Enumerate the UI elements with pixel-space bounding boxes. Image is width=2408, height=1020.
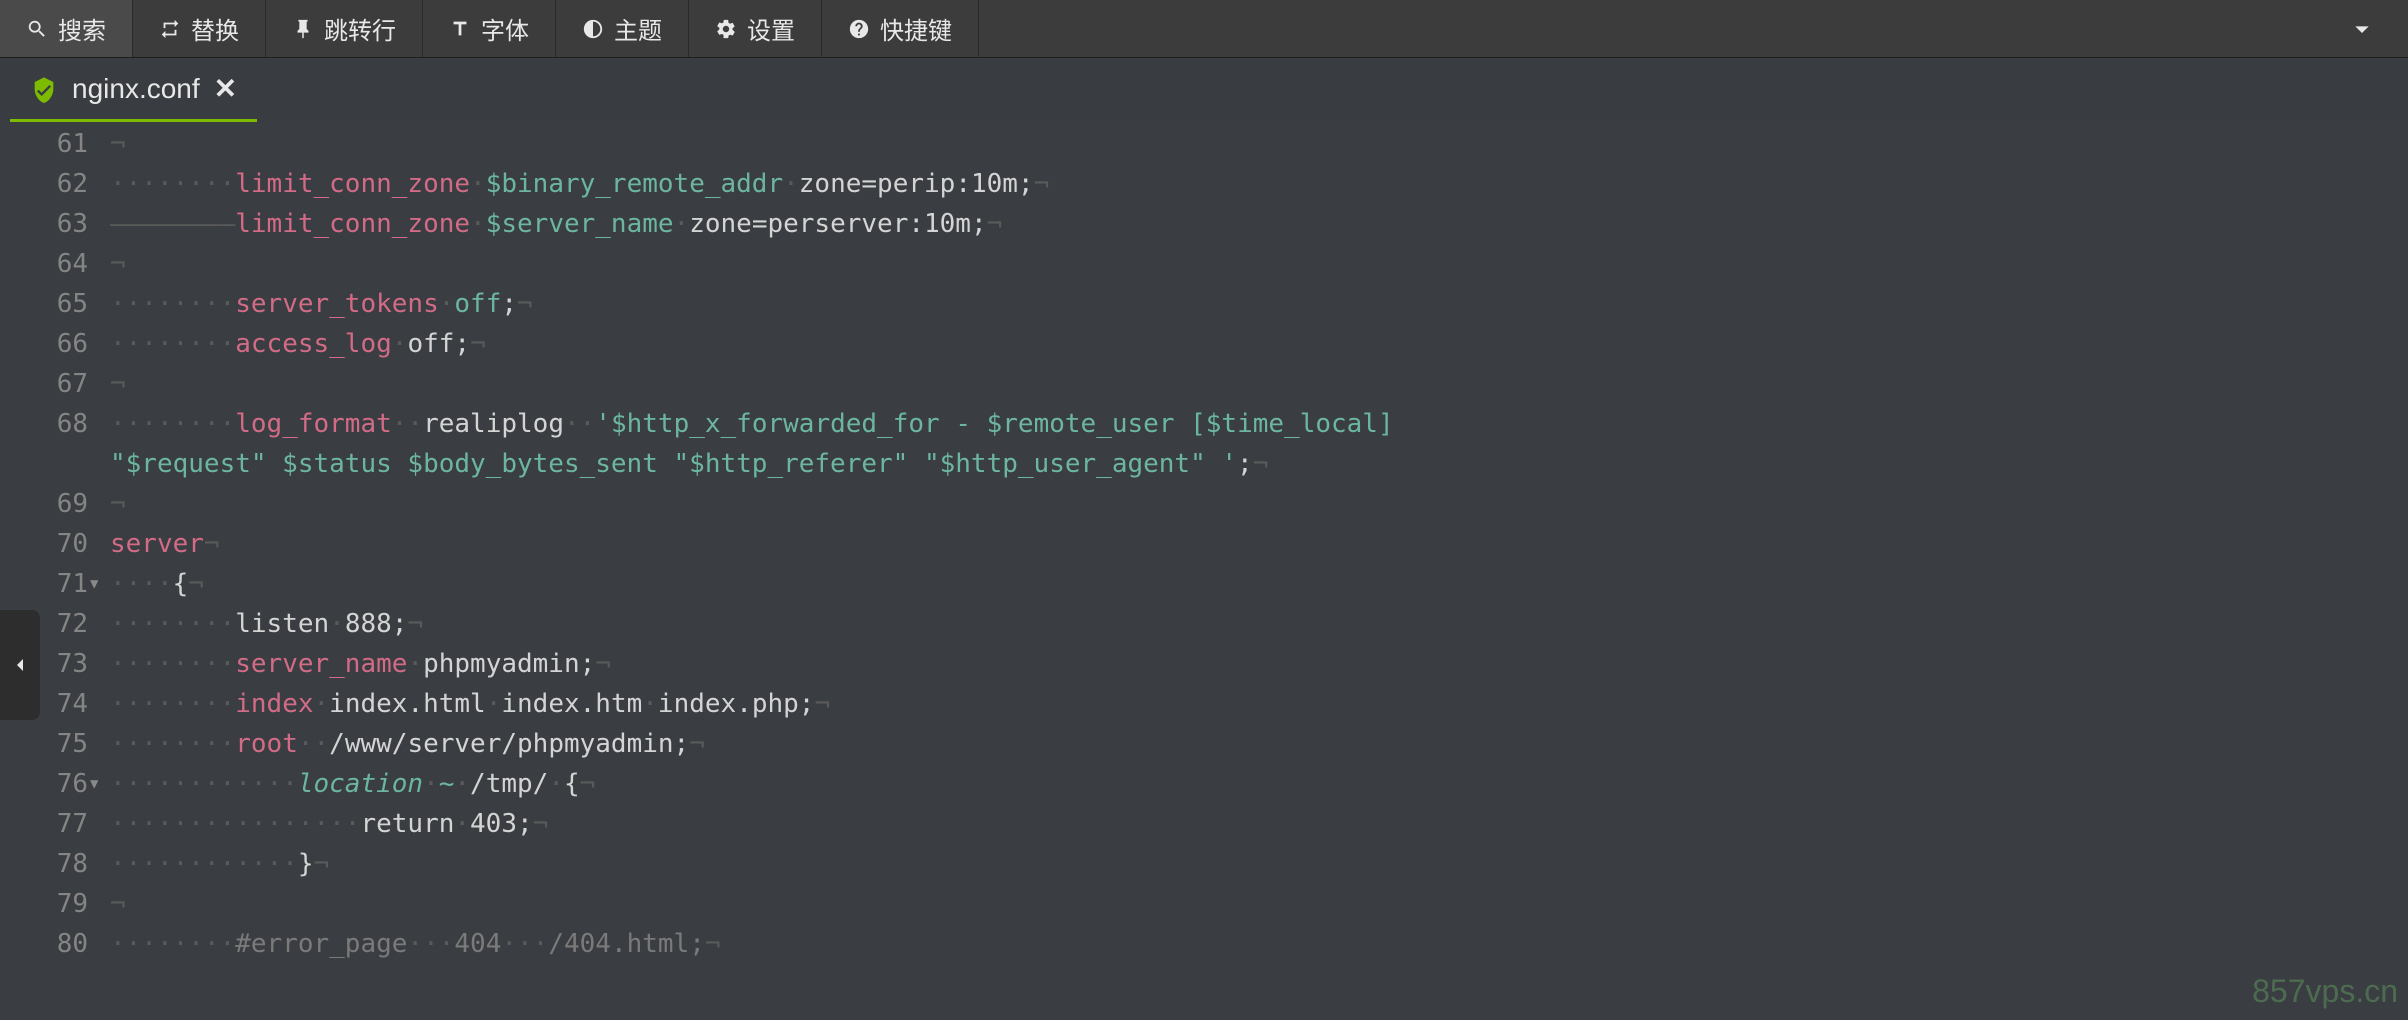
code-line[interactable]: ········access_log·off;¬ — [100, 324, 2408, 364]
line-gutter: 6162636465666768697071▼7273747576▼777879… — [0, 122, 100, 1020]
settings-button[interactable]: 设置 — [689, 0, 822, 57]
side-panel-toggle[interactable] — [0, 610, 40, 720]
code-line[interactable]: ········log_format··realiplog··'$http_x_… — [100, 404, 1480, 484]
code-line[interactable]: ····{¬ — [100, 564, 2408, 604]
search-icon — [26, 18, 48, 40]
code-line[interactable]: ········index·index.html·index.htm·index… — [100, 684, 2408, 724]
code-line[interactable]: ¬ — [100, 484, 2408, 524]
replace-label: 替换 — [191, 11, 239, 46]
line-number: 80 — [0, 924, 88, 964]
replace-icon — [159, 18, 181, 40]
code-line[interactable]: ············}¬ — [100, 844, 2408, 884]
line-number: 66 — [0, 324, 88, 364]
font-button[interactable]: 字体 — [423, 0, 556, 57]
pin-icon — [292, 18, 314, 40]
tab-filename: nginx.conf — [72, 73, 200, 105]
line-number: 77 — [0, 804, 88, 844]
search-label: 搜索 — [58, 11, 106, 46]
line-number: 76▼ — [0, 764, 88, 804]
code-line[interactable]: ¬ — [100, 884, 2408, 924]
toolbar: 搜索 替换 跳转行 字体 主题 设置 快捷键 — [0, 0, 2408, 58]
help-icon — [848, 18, 870, 40]
code-line[interactable]: ········limit_conn_zone·$binary_remote_a… — [100, 164, 2408, 204]
line-number: 78 — [0, 844, 88, 884]
line-number: 62 — [0, 164, 88, 204]
code-line[interactable]: ¬ — [100, 124, 2408, 164]
line-number: 67 — [0, 364, 88, 404]
collapse-button[interactable] — [2316, 0, 2408, 57]
line-number: 70 — [0, 524, 88, 564]
line-number: 75 — [0, 724, 88, 764]
settings-label: 设置 — [747, 11, 795, 46]
code-line[interactable]: ········root··/www/server/phpmyadmin;¬ — [100, 724, 2408, 764]
code-line[interactable]: server¬ — [100, 524, 2408, 564]
editor: 6162636465666768697071▼7273747576▼777879… — [0, 122, 2408, 1020]
line-number: 65 — [0, 284, 88, 324]
line-number: 71▼ — [0, 564, 88, 604]
font-label: 字体 — [481, 11, 529, 46]
watermark: 857vps.cn — [2252, 973, 2398, 1010]
tab-bar: nginx.conf ✕ — [0, 58, 2408, 122]
line-number: 61 — [0, 124, 88, 164]
code-line[interactable]: ········server_tokens·off;¬ — [100, 284, 2408, 324]
code-line[interactable]: ¬ — [100, 364, 2408, 404]
line-number: 69 — [0, 484, 88, 524]
code-line[interactable]: ············location·~·/tmp/·{¬ — [100, 764, 2408, 804]
code-line[interactable]: ················return·403;¬ — [100, 804, 2408, 844]
code-line[interactable]: ¬ — [100, 244, 2408, 284]
font-icon — [449, 18, 471, 40]
replace-button[interactable]: 替换 — [133, 0, 266, 57]
line-number: 68 — [0, 404, 88, 484]
code-line[interactable]: ········listen·888;¬ — [100, 604, 2408, 644]
code-area[interactable]: ¬········limit_conn_zone·$binary_remote_… — [100, 122, 2408, 1020]
code-line[interactable]: ········#error_page···404···/404.html;¬ — [100, 924, 2408, 964]
theme-icon — [582, 18, 604, 40]
theme-label: 主题 — [614, 11, 662, 46]
file-tab[interactable]: nginx.conf ✕ — [10, 58, 257, 122]
chevron-left-icon — [8, 653, 32, 677]
code-line[interactable]: ————————limit_conn_zone·$server_name·zon… — [100, 204, 2408, 244]
line-number: 79 — [0, 884, 88, 924]
line-number: 64 — [0, 244, 88, 284]
file-icon — [30, 75, 58, 103]
close-icon[interactable]: ✕ — [214, 72, 237, 105]
search-button[interactable]: 搜索 — [0, 0, 133, 57]
shortcuts-label: 快捷键 — [880, 11, 952, 46]
theme-button[interactable]: 主题 — [556, 0, 689, 57]
gear-icon — [715, 18, 737, 40]
shortcuts-button[interactable]: 快捷键 — [822, 0, 979, 57]
goto-label: 跳转行 — [324, 11, 396, 46]
line-number: 63 — [0, 204, 88, 244]
code-line[interactable]: ········server_name·phpmyadmin;¬ — [100, 644, 2408, 684]
goto-button[interactable]: 跳转行 — [266, 0, 423, 57]
chevron-down-icon — [2346, 13, 2378, 45]
